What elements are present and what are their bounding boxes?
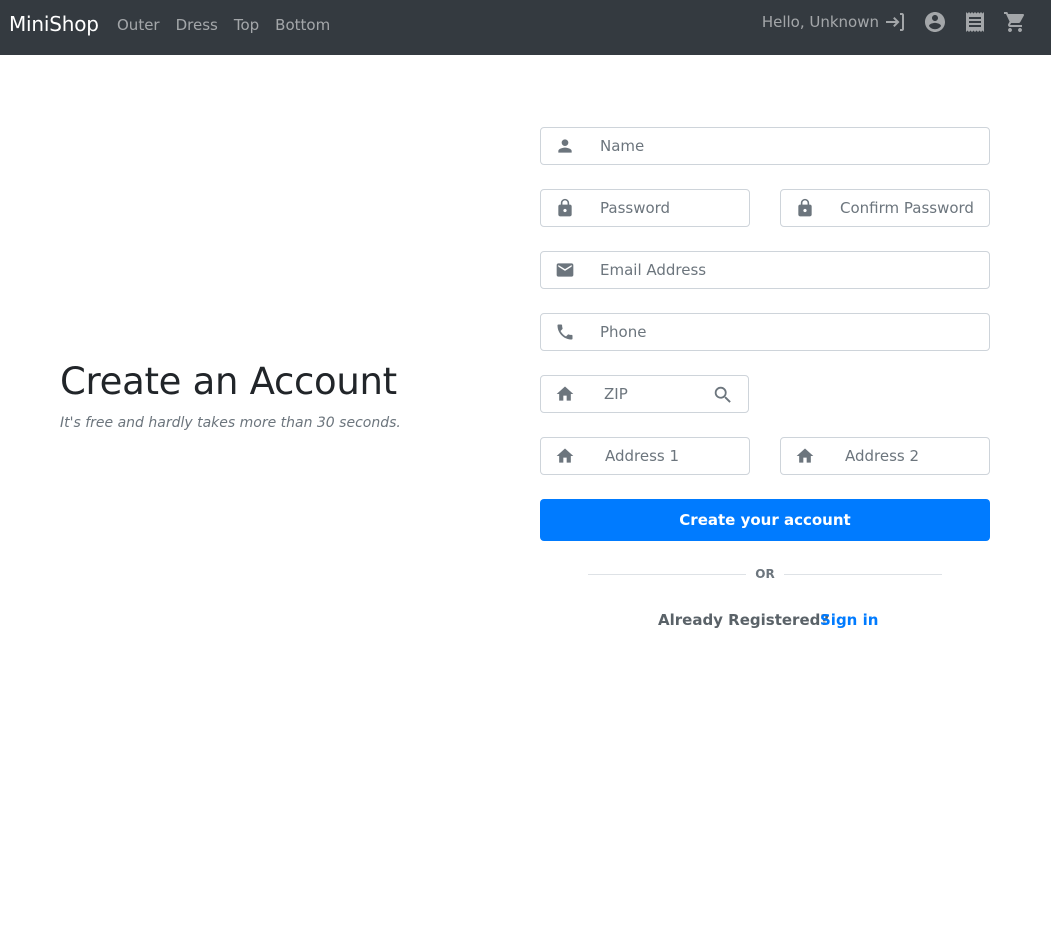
greeting-text: Hello, Unknown — [761, 13, 879, 31]
nav-link-top[interactable]: Top — [234, 16, 259, 34]
zip-field — [540, 375, 749, 413]
cart-icon[interactable] — [1003, 10, 1027, 34]
divider-line-right — [784, 574, 942, 575]
phone-icon — [555, 322, 575, 342]
name-field — [540, 127, 990, 165]
lock-icon — [795, 198, 815, 218]
create-account-button[interactable]: Create your account — [540, 499, 990, 541]
top-navbar: MiniShop Outer Dress Top Bottom Hello, U… — [0, 0, 1051, 55]
page-title: Create an Account — [60, 360, 397, 403]
brand-logo[interactable]: MiniShop — [9, 12, 99, 36]
nav-link-bottom[interactable]: Bottom — [275, 16, 330, 34]
search-icon[interactable] — [712, 384, 734, 406]
mail-icon — [555, 260, 575, 280]
name-input[interactable] — [600, 128, 978, 164]
receipt-icon[interactable] — [963, 10, 987, 34]
sign-in-link[interactable]: Sign in — [820, 611, 878, 629]
address1-field — [540, 437, 750, 475]
confirm-password-input[interactable] — [840, 190, 978, 226]
phone-input[interactable] — [600, 314, 978, 350]
home-icon — [795, 446, 815, 466]
address2-field — [780, 437, 990, 475]
address1-input[interactable] — [605, 438, 743, 474]
account-circle-icon[interactable] — [923, 10, 947, 34]
confirm-password-field — [780, 189, 990, 227]
password-input[interactable] — [600, 190, 738, 226]
already-registered-text: Already Registered? — [658, 611, 830, 629]
home-icon — [555, 384, 575, 404]
email-field — [540, 251, 990, 289]
address2-input[interactable] — [845, 438, 983, 474]
nav-links: Outer Dress Top Bottom — [117, 16, 330, 34]
divider-line-left — [588, 574, 746, 575]
zip-input[interactable] — [604, 376, 704, 412]
password-field — [540, 189, 750, 227]
nav-link-dress[interactable]: Dress — [176, 16, 218, 34]
person-icon — [555, 136, 575, 156]
page-subtitle: It's free and hardly takes more than 30 … — [60, 415, 401, 431]
email-input[interactable] — [600, 252, 978, 288]
login-icon[interactable] — [883, 10, 907, 34]
nav-user-area: Hello, Unknown — [762, 10, 1027, 34]
phone-field — [540, 313, 990, 351]
nav-link-outer[interactable]: Outer — [117, 16, 160, 34]
or-divider-label: OR — [755, 567, 775, 581]
home-icon — [555, 446, 575, 466]
lock-icon — [555, 198, 575, 218]
